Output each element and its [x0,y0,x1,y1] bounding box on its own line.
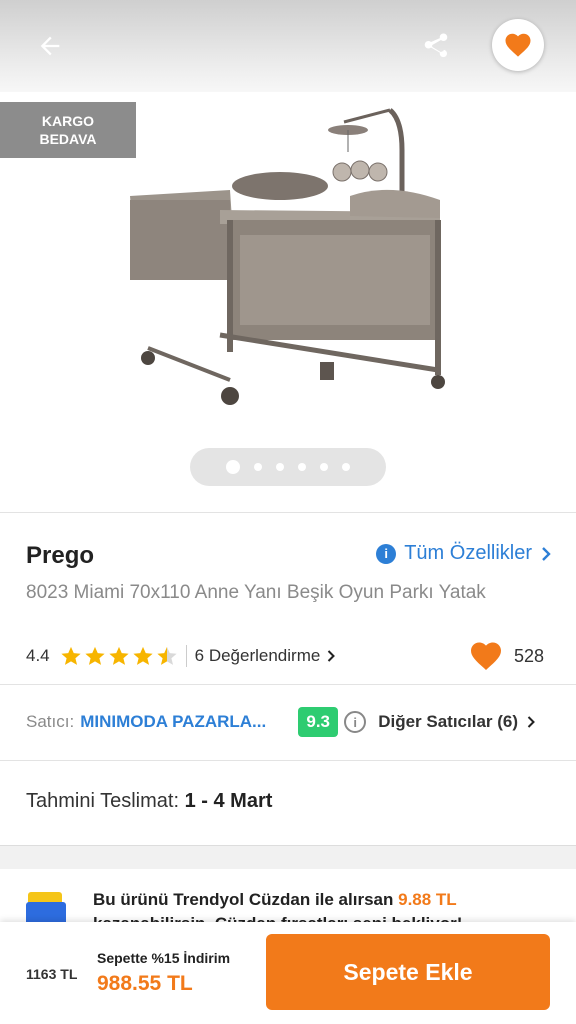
divider [0,512,576,513]
star-half-icon [157,646,177,665]
wallet-amount: 9.88 TL [398,890,457,909]
pager-dot[interactable] [254,463,262,471]
favorites-count[interactable]: 528 [468,638,544,674]
back-button[interactable] [26,26,74,66]
pager-dot[interactable] [320,463,328,471]
rating-separator [185,645,187,667]
wallet-text-main: Bu ürünü Trendyol Cüzdan ile alırsan [93,890,394,909]
arrow-left-icon [40,36,60,56]
free-shipping-badge: KARGO BEDAVA [0,102,136,158]
add-to-cart-button[interactable]: Sepete Ekle [266,934,550,1010]
badge-line1: KARGO [41,113,95,129]
delivery-label: Tahmini Teslimat: [26,790,180,812]
chevron-right-icon [542,546,551,561]
product-image[interactable] [120,100,460,410]
seller-row: Satıcı: MINIMODA PAZARLA... 9.3 i Diğer … [26,704,556,740]
old-price: 1163 TL [26,966,78,982]
chevron-right-icon [328,650,336,662]
favorites-count-value: 528 [514,645,545,666]
rating-value: 4.4 [26,646,50,665]
share-icon [424,33,448,58]
top-bar [0,0,576,92]
favorite-button[interactable] [492,19,544,71]
wallet-icon [26,892,66,926]
seller-label: Satıcı: [26,712,75,731]
image-pager[interactable] [190,448,386,486]
all-specs-label: Tüm Özellikler [404,542,532,564]
seller-score-badge: 9.3 [298,707,339,737]
reviews-label: 6 Değerlendirme [194,646,321,665]
heart-icon [505,33,531,57]
estimated-delivery: Tahmini Teslimat: 1 - 4 Mart [26,790,272,813]
pager-dot-active[interactable] [226,460,240,474]
delivery-value: 1 - 4 Mart [184,790,273,812]
star-full-icon [109,646,129,665]
info-icon: i [376,543,397,564]
pager-dot[interactable] [298,463,306,471]
product-title: 8023 Miami 70x110 Anne Yanı Beşik Oyun P… [26,582,486,603]
pager-dot[interactable] [342,463,350,471]
star-full-icon [133,646,153,665]
star-full-icon [85,646,105,665]
brand-name[interactable]: Prego [26,542,94,570]
divider [0,684,576,685]
wallet-text: Bu ürünü Trendyol Cüzdan ile alırsan 9.8… [93,890,457,910]
discounted-price: 988.55 TL [97,972,193,995]
chevron-right-icon [527,716,535,728]
badge-line2: BEDAVA [39,131,97,147]
share-button[interactable] [414,26,458,66]
rating-stars [60,645,178,667]
wallet-promo[interactable]: Bu ürünü Trendyol Cüzdan ile alırsan 9.8… [0,870,576,926]
divider [0,760,576,761]
basket-discount-label: Sepette %15 İndirim [97,950,231,966]
section-separator [0,845,576,869]
other-sellers-label: Diğer Satıcılar (6) [378,712,519,731]
other-sellers-link[interactable]: Diğer Satıcılar (6) [378,712,536,732]
bottom-bar: 1163 TL Sepette %15 İndirim 988.55 TL Se… [0,922,576,1024]
seller-name-link[interactable]: MINIMODA PAZARLA... [80,712,280,732]
all-specs-link[interactable]: i Tüm Özellikler [376,542,552,565]
rating-row: 4.4 6 Değerlendirme [26,643,336,669]
heart-icon [471,642,501,670]
pager-dot[interactable] [276,463,284,471]
reviews-link[interactable]: 6 Değerlendirme [195,646,337,666]
info-icon[interactable]: i [344,711,367,733]
star-full-icon [61,646,81,665]
